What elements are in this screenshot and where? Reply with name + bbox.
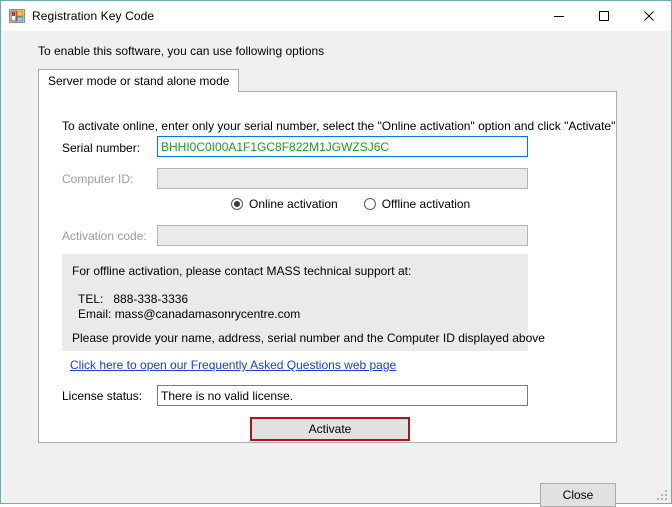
resize-grip[interactable] [656, 488, 668, 500]
radio-offline-indicator-icon [363, 198, 376, 210]
tab-control: Server mode or stand alone mode To activ… [38, 69, 617, 443]
license-status-input[interactable]: There is no valid license. [157, 385, 528, 406]
offline-email-value: mass@canadamasonrycentre.com [114, 307, 301, 321]
radio-online-label: Online activation [249, 197, 338, 211]
activation-mode-radio-group: Online activation Offline activation [231, 197, 470, 211]
activate-button[interactable]: Activate [250, 417, 410, 441]
offline-telephone-value: 888-338-3336 [113, 292, 189, 306]
offline-contact-heading: For offline activation, please contact M… [72, 264, 412, 278]
application-form-icon [9, 8, 25, 24]
window-title: Registration Key Code [32, 9, 155, 23]
activation-instruction: To activate online, enter only your seri… [62, 119, 616, 133]
close-button[interactable]: Close [540, 483, 616, 507]
offline-telephone-label: TEL: [78, 292, 104, 306]
license-status-label: License status: [62, 389, 143, 403]
serial-number-label: Serial number: [62, 141, 141, 155]
offline-email-label: Email: [78, 307, 112, 321]
serial-number-input[interactable]: BHHI0C0I00A1F1GC8F822M1JGWZSJ6C [157, 136, 528, 157]
client-area: To enable this software, you can use fol… [1, 31, 671, 507]
activation-code-label: Activation code: [62, 229, 147, 243]
minimize-button[interactable] [536, 2, 581, 31]
maximize-button[interactable] [581, 2, 626, 31]
radio-online-indicator-icon [231, 198, 243, 210]
registration-key-code-window: Registration Key Code To enable this sof… [0, 0, 672, 507]
tab-strip: Server mode or stand alone mode [38, 69, 617, 92]
title-bar: Registration Key Code [1, 1, 671, 31]
header-instruction: To enable this software, you can use fol… [38, 44, 325, 58]
computer-id-input[interactable] [157, 168, 528, 189]
activation-code-input[interactable] [157, 225, 528, 246]
faq-link[interactable]: Click here to open our Frequently Asked … [70, 358, 396, 372]
offline-instruction: Please provide your name, address, seria… [72, 331, 545, 345]
radio-online-activation[interactable]: Online activation [231, 197, 338, 211]
radio-offline-activation[interactable]: Offline activation [363, 197, 471, 211]
offline-email: Email: mass@canadamasonrycentre.com [78, 307, 300, 321]
offline-support-panel: For offline activation, please contact M… [62, 254, 545, 351]
computer-id-label: Computer ID: [62, 172, 134, 186]
tab-page-server-mode: To activate online, enter only your seri… [38, 91, 617, 443]
offline-telephone: TEL: 888-338-3336 [78, 292, 188, 306]
radio-offline-label: Offline activation [381, 197, 471, 211]
tab-server-mode[interactable]: Server mode or stand alone mode [38, 69, 240, 92]
close-window-button[interactable] [626, 2, 671, 31]
